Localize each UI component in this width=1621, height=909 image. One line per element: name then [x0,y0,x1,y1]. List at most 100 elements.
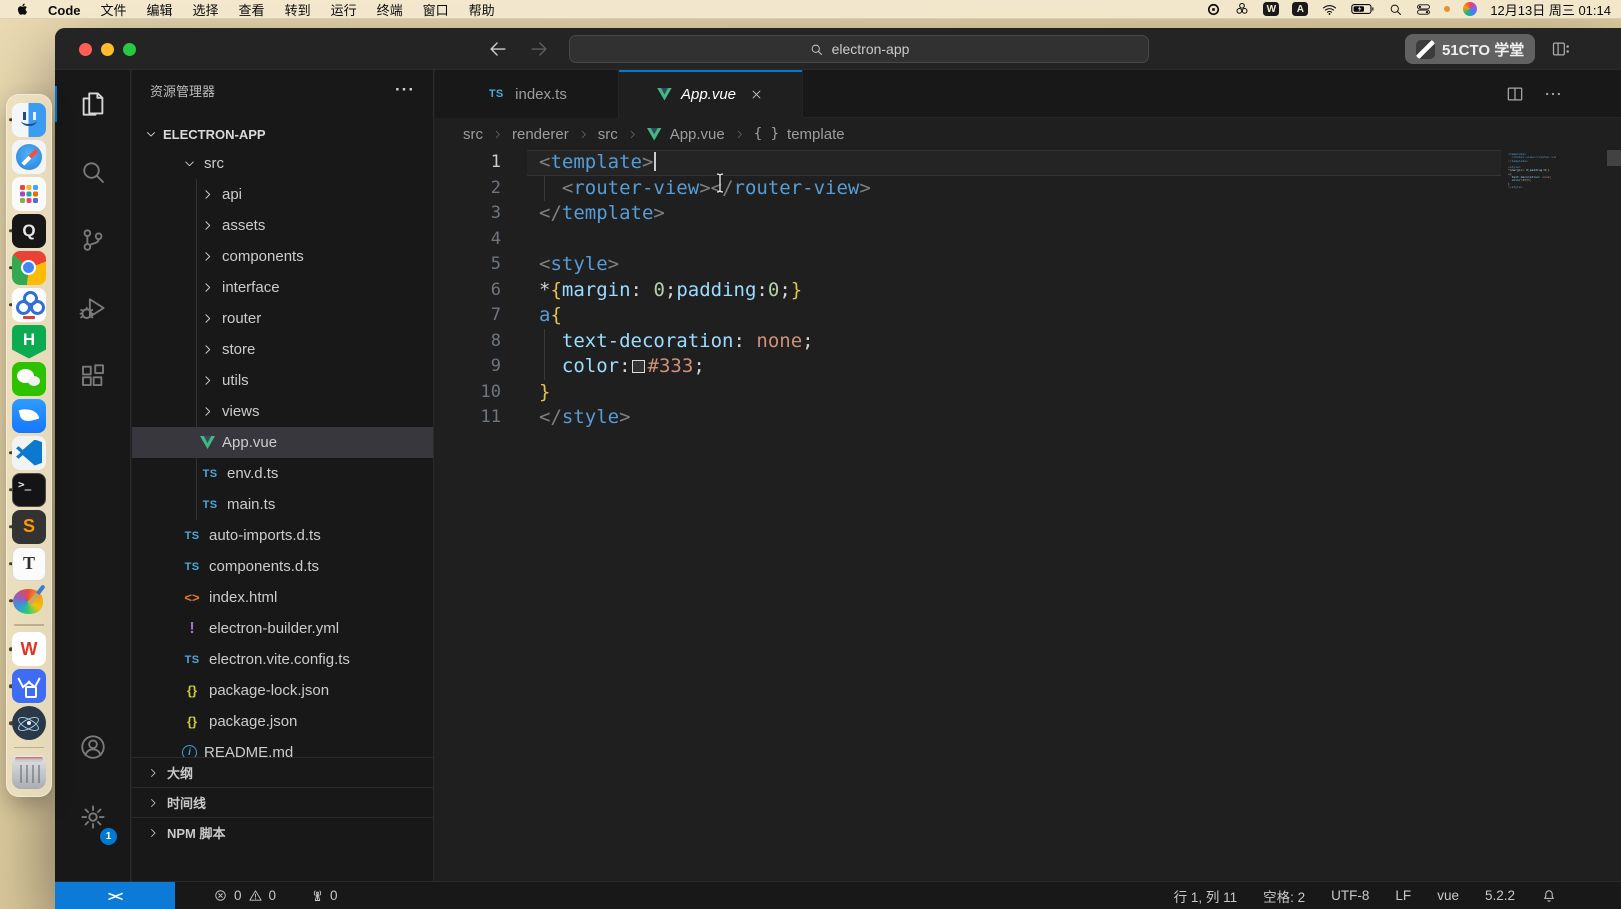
activity-run-debug[interactable] [55,274,130,342]
scrollbar-thumb[interactable] [1607,150,1621,166]
menu-item-1[interactable]: 文件 [91,3,137,18]
dock-item-trash[interactable] [6,753,52,790]
menubar-clock[interactable]: 12月13日 周三 01:14 [1490,0,1611,19]
tree-item-store[interactable]: store [132,334,433,365]
activity-search[interactable] [55,138,130,206]
language-mode[interactable]: vue [1437,888,1459,903]
tree-item-index-html[interactable]: <>index.html [132,582,433,613]
dock-item-vscode[interactable] [6,434,52,471]
breadcrumb-item[interactable]: template [787,126,845,143]
control-center-icon[interactable] [1416,2,1431,17]
minimap[interactable]: <template> <router-view></router-view></… [1508,153,1556,189]
nav-forward-button[interactable] [528,38,550,60]
menu-item-3[interactable]: 选择 [183,3,229,18]
menu-item-4[interactable]: 查看 [229,3,275,18]
breadcrumb-item[interactable]: renderer [512,126,569,143]
nav-back-button[interactable] [487,38,509,60]
dock-item-chrome[interactable] [6,249,52,286]
tree-root-electron-app[interactable]: ELECTRON-APP [132,120,433,148]
language-version[interactable]: 5.2.2 [1485,888,1515,903]
activity-extensions[interactable] [55,342,130,410]
spotlight-icon[interactable] [1388,2,1403,17]
traffic-close-button[interactable] [79,43,92,56]
wps-menubar-icon[interactable]: W [1263,2,1279,16]
tree-item-views[interactable]: views [132,396,433,427]
breadcrumb-item[interactable]: src [598,126,618,143]
menu-item-5[interactable]: 转到 [275,3,321,18]
wifi-icon[interactable] [1321,1,1338,18]
bell-icon[interactable] [1541,888,1557,904]
battery-icon[interactable] [1351,3,1375,15]
menu-item-0[interactable]: Code [38,3,91,18]
more-actions-icon[interactable] [1543,84,1563,104]
dock-item-rings[interactable] [6,286,52,323]
menu-item-8[interactable]: 窗口 [413,3,459,18]
tree-item-api[interactable]: api [132,179,433,210]
indent-setting[interactable]: 空格: 2 [1263,886,1305,906]
problems-status[interactable]: 0 0 [213,888,276,903]
tree-item-electron-vite-config-ts[interactable]: TSelectron.vite.config.ts [132,644,433,675]
tree-item-assets[interactable]: assets [132,210,433,241]
tree-item-interface[interactable]: interface [132,272,433,303]
traffic-minimize-button[interactable] [101,43,114,56]
breadcrumb-item[interactable]: App.vue [670,126,725,143]
tree-item-package-lock-json[interactable]: {}package-lock.json [132,675,433,706]
breadcrumb-item[interactable]: src [463,126,483,143]
command-center-search[interactable]: electron-app [569,35,1149,63]
dock-item-atom[interactable] [6,705,52,742]
menu-item-6[interactable]: 运行 [321,3,367,18]
panel-0[interactable]: 大纲 [132,757,433,787]
customize-layout-icon[interactable] [1551,39,1571,59]
tree-item-electron-builder-yml[interactable]: !electron-builder.yml [132,613,433,644]
dock-item-typora[interactable]: T [6,545,52,582]
siri-icon[interactable] [1463,2,1477,16]
tree-item-components[interactable]: components [132,241,433,272]
minimap-line: </style> [1508,186,1556,189]
tab-index-ts[interactable]: TSindex.ts [435,70,619,118]
tree-item-components-d-ts[interactable]: TScomponents.d.ts [132,551,433,582]
dock-item-palette[interactable] [6,582,52,619]
sidebar-more-actions-icon[interactable]: ··· [395,80,415,100]
apple-icon[interactable] [10,2,38,16]
tab-app-vue[interactable]: App.vue [619,70,803,118]
screen-record-icon[interactable] [1206,2,1221,17]
panel-1[interactable]: 时间线 [132,787,433,817]
dock-item-dingtalk[interactable] [6,397,52,434]
dock-item-launchpad[interactable] [6,175,52,212]
dock-item-wechat[interactable] [6,360,52,397]
dock-item-wps[interactable]: W [6,631,52,668]
ports-status[interactable]: 0 [310,888,338,903]
activity-account[interactable] [55,713,130,781]
tree-item-env-d-ts[interactable]: TSenv.d.ts [132,458,433,489]
menu-item-7[interactable]: 终端 [367,3,413,18]
activity-settings[interactable]: 1 [55,783,130,851]
split-editor-icon[interactable] [1505,84,1525,104]
activity-explorer[interactable] [55,70,130,138]
dock-item-deer[interactable] [6,668,52,705]
tree-item-auto-imports-d-ts[interactable]: TSauto-imports.d.ts [132,520,433,551]
panel-2[interactable]: NPM 脚本 [132,817,433,847]
menu-item-2[interactable]: 编辑 [137,3,183,18]
dock-item-safari[interactable] [6,138,52,175]
activity-source-control[interactable] [55,206,130,274]
input-method-icon[interactable]: A [1292,2,1308,16]
traffic-zoom-button[interactable] [123,43,136,56]
dock-item-terminal[interactable]: >_ [6,471,52,508]
rings-app-icon[interactable] [1234,1,1250,17]
remote-indicator[interactable]: >< [55,882,175,909]
tree-item-app-vue[interactable]: App.vue [132,427,433,458]
close-icon[interactable] [749,87,764,102]
dock-item-quicktime[interactable]: Q [6,212,52,249]
tree-item-src[interactable]: src [132,148,433,179]
menu-item-9[interactable]: 帮助 [459,3,505,18]
tree-item-utils[interactable]: utils [132,365,433,396]
dock-item-hbuilder[interactable]: H [6,323,52,360]
tree-item-main-ts[interactable]: TSmain.ts [132,489,433,520]
encoding[interactable]: UTF-8 [1331,888,1369,903]
eol[interactable]: LF [1395,888,1411,903]
cursor-position[interactable]: 行 1, 列 11 [1174,886,1238,906]
tree-item-package-json[interactable]: {}package.json [132,706,433,737]
dock-item-finder[interactable] [6,101,52,138]
dock-item-sublime[interactable]: S [6,508,52,545]
tree-item-router[interactable]: router [132,303,433,334]
